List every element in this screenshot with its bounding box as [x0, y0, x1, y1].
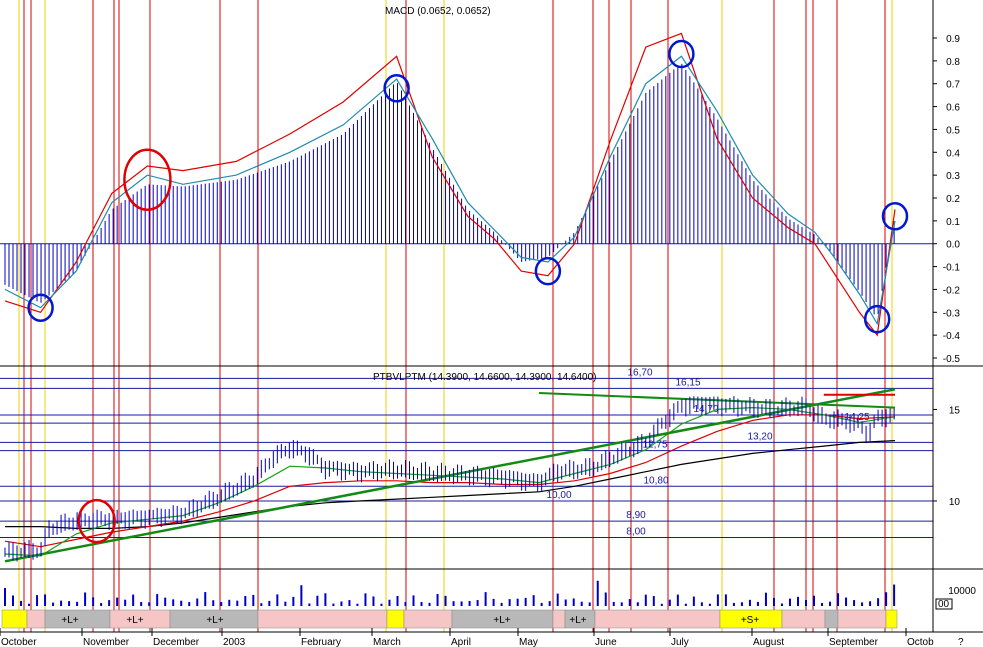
- macd-y-tick-label: -0.2: [943, 285, 961, 296]
- signal-band: [386, 609, 405, 629]
- macd-y-tick-label: 0.6: [946, 103, 960, 114]
- month-label: Octob: [907, 637, 934, 647]
- macd-y-tick-label: 0.7: [946, 80, 960, 91]
- macd-y-tick-label: -0.3: [943, 308, 961, 319]
- month-label: October: [1, 637, 37, 647]
- blue-circle-marker: [668, 39, 695, 69]
- price-panel-title: PTBVLPTM (14.3900, 14.6600, 14.3900, 14.…: [373, 372, 597, 383]
- blue-circle-marker: [863, 304, 891, 334]
- blue-circle-marker: [881, 202, 909, 231]
- volume-y-tick-label: 10000: [948, 586, 976, 597]
- signal-label: +L+: [61, 615, 78, 626]
- level-label: 10,80: [643, 475, 668, 486]
- month-label: September: [829, 637, 879, 647]
- signal-band: [257, 609, 388, 629]
- signal-label: +S+: [741, 615, 760, 626]
- macd-y-tick-label: 0.3: [946, 171, 960, 182]
- macd-y-tick-label: -0.5: [943, 354, 961, 365]
- volume-y-tick-label: 00: [938, 599, 950, 610]
- signal-band: [403, 609, 453, 629]
- level-label: 13,20: [747, 431, 772, 442]
- chart-window: 16,70 16,15 14,70 14,25 13,20 12,75 10,80 10,00…: [0, 0, 983, 647]
- signal-label: +L+: [493, 615, 510, 626]
- macd-y-tick-label: 0.2: [946, 194, 960, 205]
- macd-y-tick-label: 0.1: [946, 217, 960, 228]
- macd-y-tick-label: -0.4: [943, 331, 961, 342]
- month-label: August: [753, 637, 784, 647]
- level-label: 16,70: [627, 367, 652, 378]
- macd-y-tick-label: -0.1: [943, 263, 961, 274]
- signal-strip: +L+ +L+ +L+ +L+ +L+ +S+: [1, 609, 898, 629]
- month-label: May: [519, 637, 538, 647]
- macd-y-tick-label: 0.4: [946, 148, 960, 159]
- corner-label: ?: [958, 637, 964, 647]
- macd-y-tick-label: 0.5: [946, 125, 960, 136]
- short-moving-average: [4, 406, 896, 557]
- axes: 0.9 0.8 0.7 0.6 0.5 0.4 0.3 0.2 0.1 0.0 -0.1 -0.2 -0…: [0, 0, 983, 647]
- signal-band: [781, 609, 826, 629]
- month-label: March: [373, 637, 401, 647]
- signal-label: +L+: [126, 615, 143, 626]
- technical-chart: 16,7016,1514,7014,2513,2012,7510,8010,00…: [0, 0, 983, 647]
- month-label: 2003: [223, 637, 246, 647]
- month-label: February: [301, 637, 341, 647]
- volume-panel: [4, 580, 896, 606]
- macd-y-tick-label: 0.9: [946, 34, 960, 45]
- level-label: 10,00: [546, 490, 571, 501]
- price-y-tick-label: 10: [949, 497, 961, 508]
- signal-label: +L+: [206, 615, 223, 626]
- long-moving-average: [5, 440, 896, 529]
- signal-band: [552, 609, 566, 629]
- macd-panel: [0, 32, 933, 337]
- signal-band: [1, 609, 28, 629]
- level-label: 8,00: [626, 527, 646, 538]
- signal-band: [885, 609, 898, 629]
- month-label: July: [671, 637, 689, 647]
- signal-label: +L+: [569, 615, 586, 626]
- month-label: November: [83, 637, 130, 647]
- signal-band: [594, 609, 721, 629]
- signal-band: [26, 609, 46, 629]
- signal-band: [837, 609, 887, 629]
- month-label: April: [451, 637, 471, 647]
- macd-y-tick-label: 0.8: [946, 57, 960, 68]
- level-label: 8,90: [626, 510, 646, 521]
- macd-panel-title: MACD (0.0652, 0.0652): [385, 6, 491, 17]
- level-label: 16,15: [675, 377, 700, 388]
- macd-y-tick-label: 0.0: [946, 240, 960, 251]
- price-panel: 16,7016,1514,7014,2513,2012,7510,8010,00…: [0, 367, 933, 563]
- price-y-tick-label: 15: [949, 405, 961, 416]
- signal-band: [824, 609, 839, 629]
- month-label: June: [595, 637, 617, 647]
- month-label: December: [153, 637, 200, 647]
